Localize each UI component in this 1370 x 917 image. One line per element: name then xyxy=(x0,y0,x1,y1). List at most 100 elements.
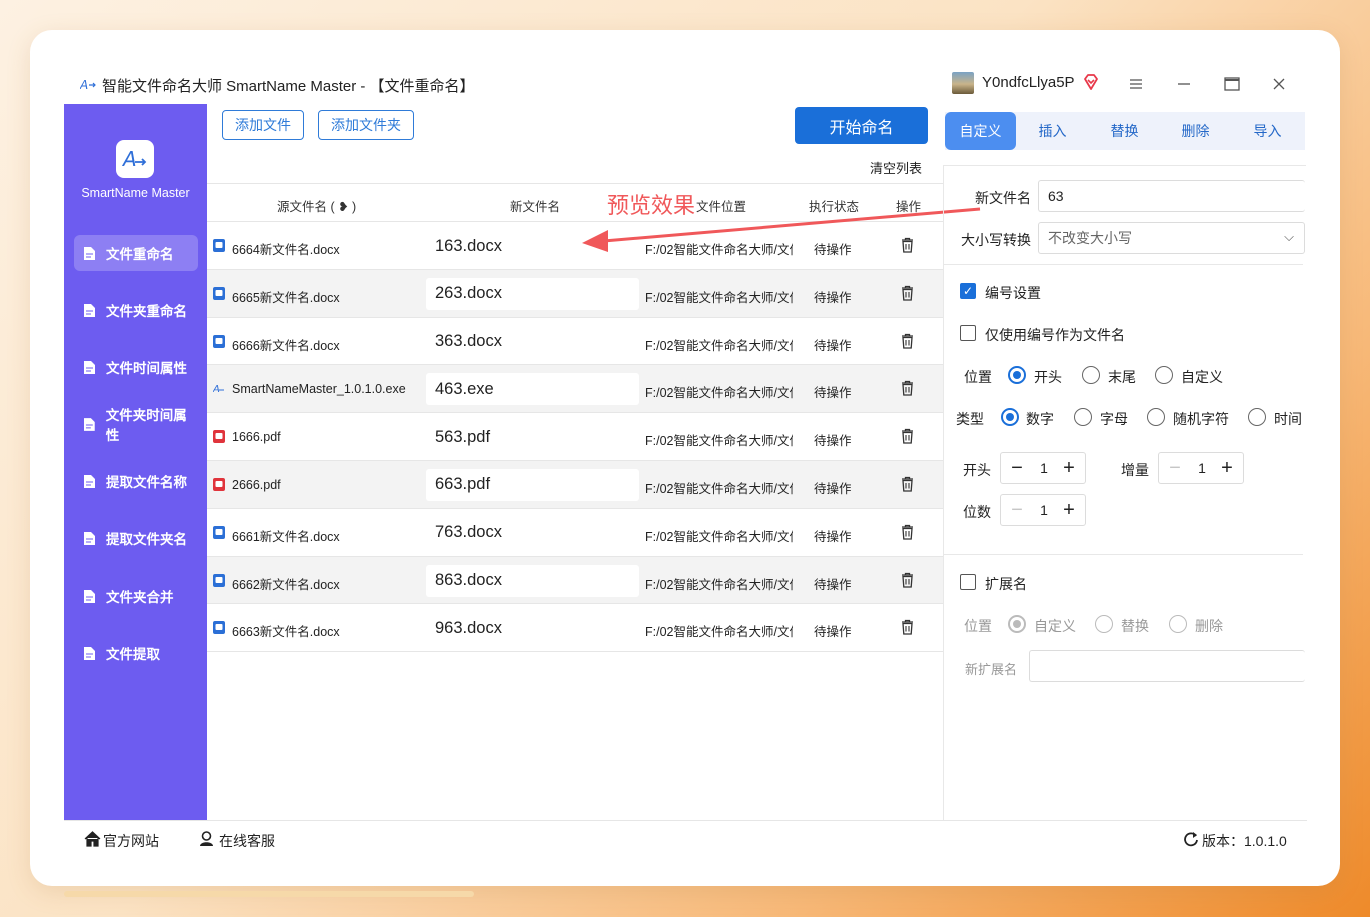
clear-list-button[interactable]: 清空列表 xyxy=(870,158,922,177)
sidebar-item-label: 提取文件夹名 xyxy=(106,532,187,547)
home-icon[interactable] xyxy=(84,831,101,847)
vip-diamond-icon[interactable] xyxy=(1082,73,1100,91)
table-row[interactable]: 6666新文件名.docx 363.docx F:/02智能文件命名大师/文件重命名… xyxy=(207,318,943,366)
tab-custom[interactable]: 自定义 xyxy=(945,112,1016,150)
new-ext-input[interactable] xyxy=(1029,650,1305,682)
increment-icon[interactable]: + xyxy=(1215,456,1239,480)
word-file-icon xyxy=(213,525,225,539)
support-link[interactable]: 在线客服 xyxy=(219,831,275,851)
document-icon xyxy=(84,417,95,431)
type-label: 类型 xyxy=(956,411,984,427)
increment-icon[interactable]: + xyxy=(1057,498,1081,522)
sidebar-item-folder-rename[interactable]: 文件夹重命名 xyxy=(74,292,198,328)
word-file-icon xyxy=(213,621,225,635)
document-icon xyxy=(84,303,95,317)
type-number-radio[interactable] xyxy=(1001,408,1019,426)
sidebar-item-extract-file-names[interactable]: 提取文件名称 xyxy=(74,463,198,499)
start-rename-button[interactable]: 开始命名 xyxy=(795,107,928,144)
ext-replace-label: 替换 xyxy=(1121,618,1149,634)
execution-status: 待操作 xyxy=(814,577,852,592)
tab-replace[interactable]: 替换 xyxy=(1089,112,1160,150)
execution-status: 待操作 xyxy=(814,338,852,353)
new-filename[interactable]: 363.docx xyxy=(426,326,639,358)
new-filename[interactable]: 563.pdf xyxy=(426,421,639,453)
type-random-radio[interactable] xyxy=(1147,408,1165,426)
user-name[interactable]: Y0ndfcLlya5P xyxy=(982,74,1075,91)
type-letter-radio[interactable] xyxy=(1074,408,1092,426)
type-time-radio[interactable] xyxy=(1248,408,1266,426)
ext-replace-radio[interactable] xyxy=(1095,615,1113,633)
table-row[interactable]: 6663新文件名.docx 963.docx F:/02智能文件命名大师/文件重命名… xyxy=(207,604,943,653)
table-row[interactable]: 1666.pdf 563.pdf F:/02智能文件命名大师/文件重命名 待操作 xyxy=(207,413,943,461)
table-row[interactable]: 2666.pdf 663.pdf F:/02智能文件命名大师/文件重命名 待操作 xyxy=(207,460,943,509)
sidebar-item-file-time[interactable]: 文件时间属性 xyxy=(74,349,198,385)
increment-stepper[interactable]: − 1 + xyxy=(1158,452,1244,484)
trash-icon[interactable] xyxy=(901,285,914,301)
trash-icon[interactable] xyxy=(901,524,914,540)
type-number-label: 数字 xyxy=(1026,411,1054,427)
sidebar-item-file-extract[interactable]: 文件提取 xyxy=(74,635,198,671)
position-custom-radio[interactable] xyxy=(1155,366,1173,384)
tab-import[interactable]: 导入 xyxy=(1232,112,1303,150)
trash-icon[interactable] xyxy=(901,380,914,397)
new-filename[interactable]: 263.docx xyxy=(426,277,639,310)
digits-stepper[interactable]: − 1 + xyxy=(1000,494,1086,526)
position-custom-label: 自定义 xyxy=(1181,369,1223,385)
table-row[interactable]: 6665新文件名.docx 263.docx F:/02智能文件命名大师/文件重命名… xyxy=(207,269,943,318)
document-icon xyxy=(84,531,95,545)
menu-icon[interactable] xyxy=(1124,72,1148,96)
ext-custom-radio[interactable] xyxy=(1008,615,1026,633)
position-end-radio[interactable] xyxy=(1082,366,1100,384)
trash-icon[interactable] xyxy=(901,476,914,492)
sidebar-item-folder-merge[interactable]: 文件夹合并 xyxy=(74,578,198,614)
trash-icon[interactable] xyxy=(901,333,914,349)
new-filename[interactable]: 963.docx xyxy=(426,612,639,644)
add-folder-button[interactable]: 添加文件夹 xyxy=(318,110,414,140)
word-file-icon xyxy=(213,573,225,587)
word-file-icon xyxy=(213,239,225,252)
header-new-name: 新文件名 xyxy=(510,200,561,214)
website-link[interactable]: 官方网站 xyxy=(103,831,159,851)
support-icon[interactable] xyxy=(199,831,214,847)
trash-icon[interactable] xyxy=(901,572,914,588)
case-select[interactable]: 不改变大小写 ⌵ xyxy=(1038,222,1305,254)
add-file-button[interactable]: 添加文件 xyxy=(222,110,304,140)
decor-strip xyxy=(64,891,474,897)
maximize-icon[interactable] xyxy=(1220,72,1244,96)
type-random-label: 随机字符 xyxy=(1173,411,1229,427)
tab-delete[interactable]: 删除 xyxy=(1160,112,1231,150)
file-location: F:/02智能文件命名大师/文件重命名 xyxy=(645,577,793,592)
avatar[interactable] xyxy=(952,72,974,94)
only-number-checkbox[interactable] xyxy=(960,325,976,341)
new-name-input[interactable]: 63 xyxy=(1038,180,1305,212)
trash-icon[interactable] xyxy=(901,619,914,636)
extension-checkbox[interactable] xyxy=(960,574,976,590)
new-filename[interactable]: 663.pdf xyxy=(426,468,639,501)
tab-insert[interactable]: 插入 xyxy=(1017,112,1088,150)
chevron-down-icon: ⌵ xyxy=(1284,229,1294,244)
close-icon[interactable] xyxy=(1267,72,1291,96)
header-source[interactable]: 源文件名 ( ❥ ) xyxy=(277,196,356,215)
extension-label: 扩展名 xyxy=(985,576,1027,592)
table-row[interactable]: A SmartNameMaster_1.0.1.0.exe 463.exe F:/02… xyxy=(207,365,943,414)
minimize-icon[interactable] xyxy=(1172,72,1196,96)
ext-delete-label: 删除 xyxy=(1195,618,1223,634)
sidebar-item-file-rename[interactable]: 文件重命名 xyxy=(74,235,198,271)
new-filename[interactable]: 763.docx xyxy=(426,517,639,549)
start-label: 开头 xyxy=(963,462,991,478)
start-stepper[interactable]: − 1 + xyxy=(1000,452,1086,484)
increment-icon[interactable]: + xyxy=(1057,456,1081,480)
refresh-icon[interactable] xyxy=(1183,831,1199,847)
table-row[interactable]: 6661新文件名.docx 763.docx F:/02智能文件命名大师/文件重命名… xyxy=(207,509,943,557)
ext-delete-radio[interactable] xyxy=(1169,615,1187,633)
sidebar-item-label: 文件提取 xyxy=(106,647,160,662)
numbering-checkbox[interactable]: ✓ xyxy=(960,283,976,299)
document-icon xyxy=(84,246,95,260)
table-row[interactable]: 6662新文件名.docx 863.docx F:/02智能文件命名大师/文件重命名… xyxy=(207,556,943,605)
new-filename[interactable]: 463.exe xyxy=(426,373,639,406)
position-start-radio[interactable] xyxy=(1008,366,1026,384)
new-filename[interactable]: 863.docx xyxy=(426,564,639,597)
sidebar-item-folder-time[interactable]: 文件夹时间属性 xyxy=(74,406,198,443)
trash-icon[interactable] xyxy=(901,428,914,444)
sidebar-item-extract-folder-names[interactable]: 提取文件夹名 xyxy=(74,520,198,556)
